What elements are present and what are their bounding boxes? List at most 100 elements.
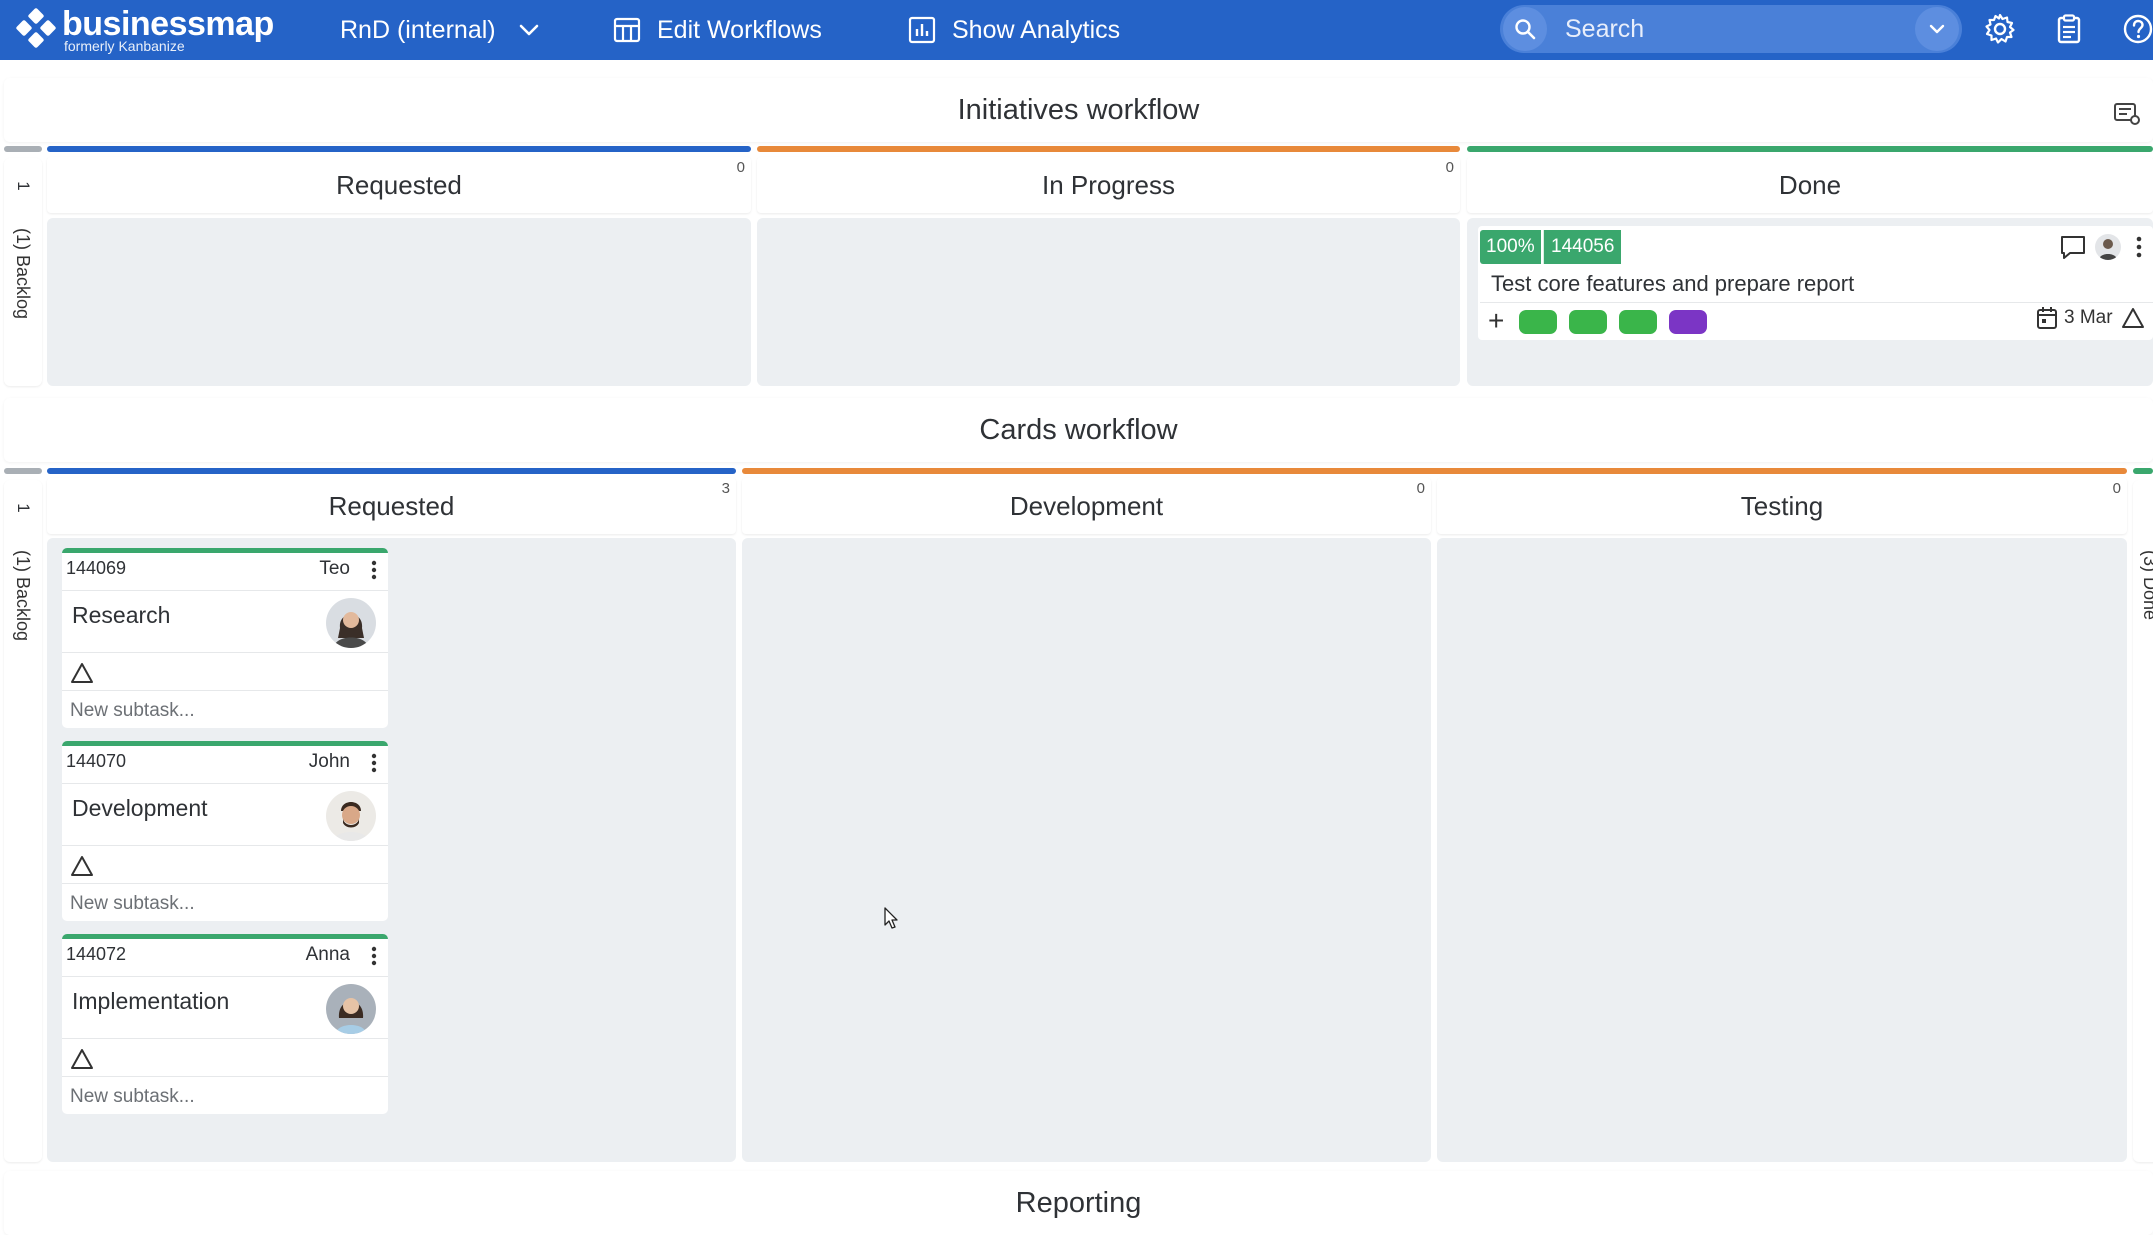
card-divider (62, 590, 388, 591)
initiatives-workflow-title-text: Initiatives workflow (957, 93, 1200, 126)
warning-triangle-icon (71, 663, 93, 683)
column-card-count: 0 (1445, 159, 1454, 176)
card-divider (62, 845, 388, 846)
board-name: RnD (internal) (340, 15, 496, 44)
column-name: Done (1778, 169, 1842, 200)
initiatives-workflow-title: Initiatives workflow (4, 78, 2153, 142)
column-stripe-in-progress-group (742, 468, 2127, 474)
board-selector[interactable]: RnD (internal) (340, 0, 540, 60)
comment-icon[interactable] (2059, 234, 2087, 260)
card-title[interactable]: Development (72, 795, 208, 822)
more-options-icon[interactable] (2135, 234, 2143, 260)
column-name: Requested (336, 169, 462, 200)
column-stripe-requested (47, 146, 751, 152)
more-options-icon[interactable] (370, 752, 378, 774)
businessmap-logo[interactable]: businessmap formerly Kanbanize (16, 4, 274, 54)
tag-chip[interactable] (1569, 310, 1607, 334)
card-divider (62, 1076, 388, 1077)
more-options-icon[interactable] (370, 559, 378, 581)
column-name: Development (1009, 490, 1164, 521)
analytics-chart-icon (908, 16, 936, 44)
avatar[interactable] (2095, 234, 2121, 260)
column-name: Testing (1740, 490, 1824, 521)
column-card-count: 0 (1416, 480, 1425, 497)
card-color-bar (62, 934, 388, 939)
collapsed-done-column[interactable]: (3) Done (2133, 480, 2153, 1162)
initiatives-lane-backlog[interactable]: 1 (1) Backlog (4, 158, 42, 386)
avatar[interactable] (326, 791, 376, 841)
edit-workflows-button[interactable]: Edit Workflows (612, 0, 822, 60)
clipboard-icon[interactable] (2046, 6, 2092, 52)
search-options-chevron-icon[interactable] (1915, 7, 1959, 51)
avatar[interactable] (326, 598, 376, 648)
deadline-date: 3 Mar (2064, 307, 2113, 328)
column-stripe-done (2133, 468, 2153, 474)
card-divider (62, 652, 388, 653)
help-icon[interactable] (2115, 6, 2153, 52)
progress-percent-badge: 100% (1480, 230, 1541, 264)
column-name: Requested (328, 490, 455, 521)
deadline[interactable]: 3 Mar (2036, 306, 2145, 330)
card-title[interactable]: Implementation (72, 988, 229, 1015)
column-stripe-done (1467, 146, 2153, 152)
column-cell-development[interactable] (742, 538, 1431, 1162)
gear-icon[interactable] (1977, 6, 2023, 52)
lane-stripe (4, 146, 42, 152)
table-grid-icon (613, 17, 641, 43)
reporting-section-title: Reporting (4, 1171, 2153, 1235)
avatar[interactable] (326, 984, 376, 1034)
new-subtask-input[interactable]: New subtask... (70, 700, 195, 722)
add-tag-button[interactable]: + (1488, 306, 1504, 336)
chevron-down-icon (519, 24, 538, 36)
column-header-requested[interactable]: Requested 3 (47, 478, 736, 534)
edit-workflows-label: Edit Workflows (657, 15, 822, 44)
collapsed-column-name: (3) Done (2140, 550, 2153, 621)
tag-chip[interactable] (1669, 310, 1707, 334)
warning-triangle-icon (2121, 308, 2144, 328)
cards-lane-backlog[interactable]: 1 (1) Backlog (4, 480, 42, 1162)
card-id[interactable]: 144069 (66, 558, 126, 579)
more-options-icon[interactable] (370, 945, 378, 967)
card-title[interactable]: Research (72, 602, 170, 629)
cards-workflow-title-text: Cards workflow (979, 413, 1178, 446)
task-card[interactable]: 144069 Teo Research New subtask... (62, 548, 388, 728)
search-input[interactable] (1565, 14, 1915, 44)
card-owner: Anna (305, 944, 350, 965)
workflow-settings-icon[interactable] (2111, 98, 2143, 130)
column-cell-in-progress[interactable] (757, 218, 1460, 386)
column-header-in-progress[interactable]: In Progress 0 (757, 157, 1460, 213)
card-id[interactable]: 144070 (66, 751, 126, 772)
search-icon[interactable] (1503, 7, 1547, 51)
column-header-done[interactable]: Done (1467, 157, 2153, 213)
lane-stripe (4, 468, 42, 474)
column-header-development[interactable]: Development 0 (742, 478, 1431, 534)
show-analytics-button[interactable]: Show Analytics (907, 0, 1120, 60)
initiative-card[interactable]: 100% 144056 Test core features and prepa… (1478, 226, 2153, 340)
column-header-requested[interactable]: Requested 0 (47, 157, 751, 213)
column-stripe-requested (47, 468, 736, 474)
lane-number: 1 (14, 503, 33, 513)
column-cell-requested[interactable] (47, 218, 751, 386)
new-subtask-input[interactable]: New subtask... (70, 893, 195, 915)
mouse-cursor-icon (884, 907, 898, 929)
card-divider (62, 976, 388, 977)
card-id-badge[interactable]: 144056 (1543, 230, 1622, 264)
tag-chip[interactable] (1619, 310, 1657, 334)
lane-name: (1) Backlog (13, 228, 33, 320)
column-card-count: 0 (2112, 480, 2121, 497)
card-divider (62, 1038, 388, 1039)
cards-workflow-title: Cards workflow (4, 398, 2153, 462)
new-subtask-input[interactable]: New subtask... (70, 1086, 195, 1108)
card-color-bar (62, 548, 388, 553)
column-card-count: 3 (721, 480, 730, 497)
column-cell-testing[interactable] (1437, 538, 2127, 1162)
calendar-icon (2037, 307, 2057, 329)
column-header-testing[interactable]: Testing 0 (1437, 478, 2127, 534)
card-id[interactable]: 144072 (66, 944, 126, 965)
reporting-title-text: Reporting (1015, 1186, 1142, 1219)
tag-chip[interactable] (1519, 310, 1557, 334)
lane-number: 1 (14, 181, 33, 191)
card-title: Test core features and prepare report (1491, 271, 1855, 296)
task-card[interactable]: 144072 Anna Implementation New subtask..… (62, 934, 388, 1114)
task-card[interactable]: 144070 John Development New subtask... (62, 741, 388, 921)
